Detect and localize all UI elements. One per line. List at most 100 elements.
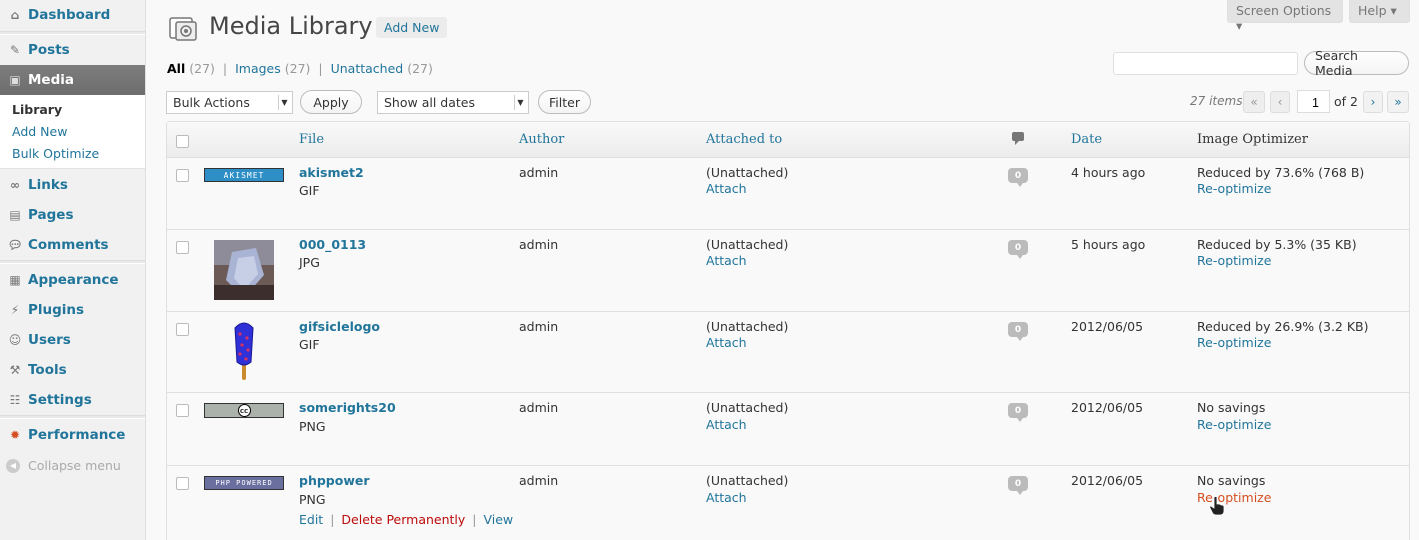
collapse-arrow-icon: ◀ <box>6 458 20 473</box>
sidebar-item-links[interactable]: ∞ Links <box>0 170 145 200</box>
column-date[interactable]: Date <box>1071 132 1102 147</box>
thumbnail-akismet[interactable]: AKISMET <box>204 168 284 182</box>
column-image-optimizer: Image Optimizer <box>1197 132 1308 147</box>
first-page-button[interactable]: « <box>1243 91 1265 113</box>
prev-page-button[interactable]: ‹ <box>1270 91 1290 113</box>
optimizer-status: Reduced by 5.3% (35 KB) <box>1197 237 1357 252</box>
column-file[interactable]: File <box>299 132 324 147</box>
hand-cursor-icon <box>1209 496 1225 516</box>
menu-separator <box>0 415 145 419</box>
re-optimize-link[interactable]: Re-optimize <box>1197 253 1271 268</box>
date-filter-select[interactable]: Show all dates ▼ <box>377 91 529 114</box>
row-checkbox[interactable] <box>176 169 189 182</box>
comment-count-bubble[interactable]: 0 <box>1008 168 1028 187</box>
chevron-down-icon: ▼ <box>278 95 290 110</box>
row-checkbox[interactable] <box>176 241 189 254</box>
filter-separator: | <box>318 61 323 76</box>
sidebar-item-performance[interactable]: ✹ Performance <box>0 420 145 450</box>
attach-link[interactable]: Attach <box>706 335 747 350</box>
last-page-button[interactable]: » <box>1387 91 1409 113</box>
filter-images-link[interactable]: Images <box>235 61 281 76</box>
file-title-link[interactable]: akismet2 <box>299 165 364 180</box>
attached-status: (Unattached) <box>706 237 789 252</box>
bulk-actions-value: Bulk Actions <box>173 95 250 110</box>
table-header: File Author Attached to Date Image Optim… <box>167 122 1409 158</box>
sidebar-item-label: Appearance <box>28 272 119 288</box>
attach-link[interactable]: Attach <box>706 253 747 268</box>
sidebar-item-tools[interactable]: ⚒ Tools <box>0 355 145 385</box>
comment-icon: 💬︎ <box>7 238 23 252</box>
re-optimize-link[interactable]: Re-optimize <box>1197 181 1271 196</box>
file-type: PNG <box>299 419 326 434</box>
sidebar-item-media[interactable]: ▣ Media <box>0 65 145 95</box>
submenu-link[interactable]: Bulk Optimize <box>12 146 99 161</box>
optimizer-status: Reduced by 26.9% (3.2 KB) <box>1197 319 1369 334</box>
select-all-checkbox[interactable] <box>176 135 189 148</box>
sidebar-item-plugins[interactable]: ⚡︎ Plugins <box>0 295 145 325</box>
author: admin <box>519 473 559 488</box>
author: admin <box>519 165 559 180</box>
submenu-item-add-new[interactable]: Add New <box>12 124 67 139</box>
submenu-link[interactable]: Add New <box>12 124 67 139</box>
comment-count-bubble[interactable]: 0 <box>1008 322 1028 341</box>
sidebar-item-pages[interactable]: ▤ Pages <box>0 200 145 230</box>
sidebar-item-users[interactable]: ☺ Users <box>0 325 145 355</box>
bulk-actions-select[interactable]: Bulk Actions ▼ <box>166 91 293 114</box>
thumbnail-php-powered[interactable]: PHP POWERED <box>204 476 284 490</box>
submenu-item-bulk-optimize[interactable]: Bulk Optimize <box>12 146 99 161</box>
comment-count-bubble[interactable]: 0 <box>1008 476 1028 495</box>
sidebar-item-dashboard[interactable]: ⌂ Dashboard <box>0 0 145 30</box>
file-type: GIF <box>299 337 320 352</box>
sidebar-item-label: Users <box>28 332 71 348</box>
thumbnail-creative-commons[interactable]: cc <box>204 403 284 418</box>
sidebar-item-label: Media <box>28 72 74 88</box>
appearance-icon: ▦ <box>9 273 21 287</box>
view-link[interactable]: View <box>483 512 513 527</box>
sidebar-item-label: Dashboard <box>28 7 111 23</box>
filter-unattached-link[interactable]: Unattached <box>331 61 404 76</box>
column-author[interactable]: Author <box>519 132 564 147</box>
sidebar-item-appearance[interactable]: ▦ Appearance <box>0 265 145 295</box>
thumbnail-logo-text: PHP POWERED <box>215 479 273 487</box>
column-attached-to[interactable]: Attached to <box>706 132 782 147</box>
re-optimize-link[interactable]: Re-optimize <box>1197 417 1271 432</box>
file-title-link[interactable]: somerights20 <box>299 400 396 415</box>
row-checkbox[interactable] <box>176 404 189 417</box>
file-title-link[interactable]: phppower <box>299 473 370 488</box>
collapse-menu[interactable]: ◀ Collapse menu <box>6 458 121 473</box>
sidebar-item-comments[interactable]: 💬︎ Comments <box>0 230 145 260</box>
thumbnail-popsicle-logo[interactable] <box>229 320 259 382</box>
file-title-link[interactable]: 000_0113 <box>299 237 366 252</box>
re-optimize-link[interactable]: Re-optimize <box>1197 335 1271 350</box>
submenu-item-library[interactable]: Library <box>12 102 62 117</box>
row-checkbox[interactable] <box>176 477 189 490</box>
edit-link[interactable]: Edit <box>299 512 323 527</box>
comment-count-bubble[interactable]: 0 <box>1008 403 1028 422</box>
search-media-button[interactable]: Search Media <box>1304 48 1409 78</box>
sidebar-item-settings[interactable]: ☷ Settings <box>0 385 145 415</box>
file-type: JPG <box>299 255 320 270</box>
thumbnail-photo[interactable] <box>214 240 274 300</box>
add-new-button[interactable]: Add New <box>376 17 448 38</box>
search-input[interactable] <box>1113 52 1298 75</box>
file-title-link[interactable]: gifsiclelogo <box>299 319 380 334</box>
next-page-button[interactable]: › <box>1363 91 1383 113</box>
filter-button[interactable]: Filter <box>538 90 591 114</box>
attach-link[interactable]: Attach <box>706 181 747 196</box>
help-toggle[interactable]: Help ▾ <box>1349 0 1410 23</box>
apply-button[interactable]: Apply <box>300 90 362 114</box>
attach-link[interactable]: Attach <box>706 417 747 432</box>
sidebar-item-posts[interactable]: ✎ Posts <box>0 35 145 65</box>
comment-count-bubble[interactable]: 0 <box>1008 240 1028 259</box>
current-page-input[interactable] <box>1297 90 1330 113</box>
row-checkbox[interactable] <box>176 323 189 336</box>
sidebar-item-label: Posts <box>28 42 70 58</box>
filter-all-link[interactable]: All <box>167 61 185 76</box>
attach-link[interactable]: Attach <box>706 490 747 505</box>
sidebar-item-label: Comments <box>28 237 109 253</box>
sidebar-item-label: Settings <box>28 392 92 408</box>
plugin-icon: ⚡︎ <box>10 303 20 317</box>
screen-options-toggle[interactable]: Screen Options ▾ <box>1227 0 1343 33</box>
total-pages: of 2 <box>1334 94 1358 109</box>
delete-permanently-link[interactable]: Delete Permanently <box>341 512 465 527</box>
